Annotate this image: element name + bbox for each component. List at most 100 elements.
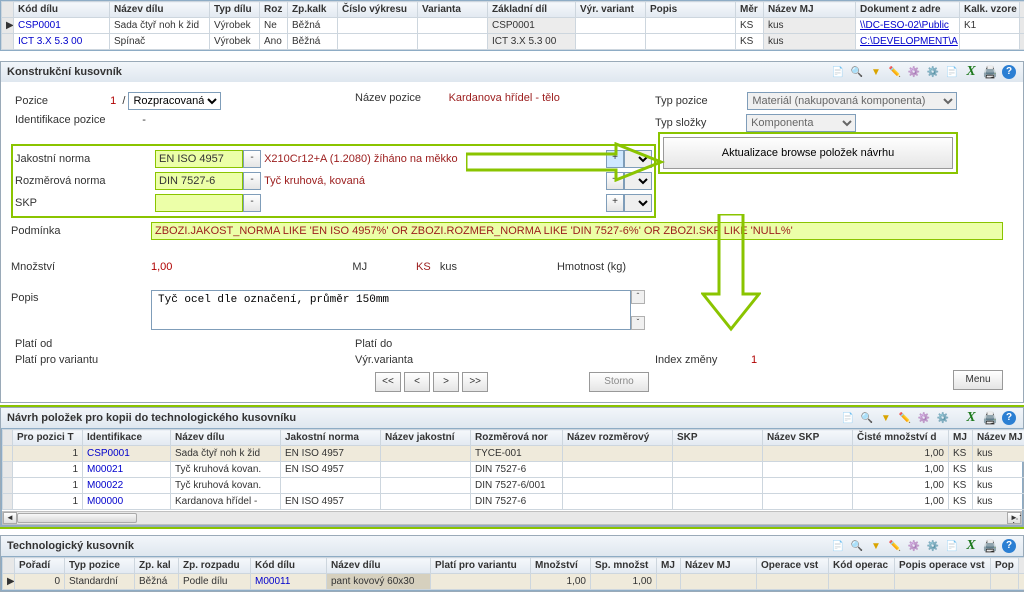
- storno-button[interactable]: Storno: [589, 372, 649, 392]
- pozice-value: 1: [110, 95, 116, 107]
- popis-label: Popis: [11, 290, 151, 306]
- page-icon[interactable]: [840, 410, 856, 426]
- col-cislo-vykresu[interactable]: Číslo výkresu: [338, 2, 418, 18]
- col-nazev-mj[interactable]: Název MJ: [764, 2, 856, 18]
- excel-icon[interactable]: [963, 64, 979, 80]
- brush-icon[interactable]: [897, 410, 913, 426]
- filter-icon[interactable]: [868, 64, 884, 80]
- col-zpkalk[interactable]: Zp.kalk: [288, 2, 338, 18]
- col-varianta[interactable]: Varianta: [418, 2, 488, 18]
- col-dokument[interactable]: Dokument z adre: [856, 2, 960, 18]
- rozmer-label: Rozměrová norma: [15, 173, 155, 189]
- menu-button[interactable]: Menu: [953, 370, 1003, 390]
- col-zakladni-dil[interactable]: Základní díl: [488, 2, 576, 18]
- search-icon[interactable]: [849, 538, 865, 554]
- stav-select[interactable]: Rozpracovaná: [128, 92, 221, 110]
- print-icon[interactable]: [982, 538, 998, 554]
- scroll-up-icon[interactable]: ˆ: [1019, 558, 1024, 574]
- table-row[interactable]: 1M00022Tyč kruhová kovan.DIN 7527-6/0011…: [3, 478, 1024, 494]
- gear-add-icon[interactable]: [906, 538, 922, 554]
- minus-button[interactable]: -: [243, 194, 261, 212]
- col-kod-dilu[interactable]: Kód dílu: [14, 2, 110, 18]
- scroll-down-icon[interactable]: ˇ: [1020, 34, 1024, 50]
- minus-button[interactable]: -: [243, 172, 261, 190]
- rozmer-code[interactable]: DIN 7527-6: [155, 172, 243, 190]
- gear-icon[interactable]: [925, 64, 941, 80]
- search-icon[interactable]: [859, 410, 875, 426]
- minus-button[interactable]: -: [243, 150, 261, 168]
- page2-icon[interactable]: [944, 538, 960, 554]
- scroll-up-icon[interactable]: ˆ: [631, 290, 645, 304]
- jakost-text: X210Cr12+A (1.2080) žíháno na měkko: [264, 153, 458, 165]
- podminka-value[interactable]: ZBOZI.JAKOST_NORMA LIKE 'EN ISO 4957%' O…: [151, 222, 1003, 240]
- table-row[interactable]: 1M00000Kardanova hřídel -EN ISO 4957DIN …: [3, 494, 1024, 510]
- col-roz[interactable]: Roz: [260, 2, 288, 18]
- jakost-code[interactable]: EN ISO 4957: [155, 150, 243, 168]
- nav-next-button[interactable]: >: [433, 372, 459, 392]
- col-mer[interactable]: Měr: [736, 2, 764, 18]
- row-cursor-icon: ▶: [2, 18, 14, 34]
- page-icon[interactable]: [830, 64, 846, 80]
- gear-add-icon[interactable]: [916, 410, 932, 426]
- print-icon[interactable]: [982, 410, 998, 426]
- nav-last-button[interactable]: >>: [462, 372, 488, 392]
- popis-textarea[interactable]: [151, 290, 631, 330]
- table-row[interactable]: 1CSP0001Sada čtyř noh k židEN ISO 4957TY…: [3, 446, 1024, 462]
- scroll-down-icon[interactable]: ˇ: [631, 316, 645, 330]
- print-icon[interactable]: [982, 64, 998, 80]
- search-icon[interactable]: [849, 64, 865, 80]
- scroll-thumb[interactable]: [17, 513, 137, 523]
- filter-icon[interactable]: [868, 538, 884, 554]
- gear-icon[interactable]: [935, 410, 951, 426]
- ident-label: Identifikace pozice: [15, 114, 106, 126]
- excel-icon[interactable]: [963, 410, 979, 426]
- index-value: 1: [751, 354, 757, 366]
- update-browse-button[interactable]: Aktualizace browse položek návrhu: [663, 137, 953, 169]
- nav-prev-button[interactable]: <: [404, 372, 430, 392]
- typ-slozky-select[interactable]: Komponenta: [746, 114, 856, 132]
- help-icon[interactable]: [1001, 538, 1017, 554]
- navrh-header-row: Pro pozici T Identifikace Název dílu Jak…: [3, 430, 1024, 446]
- gear-add-icon[interactable]: [906, 64, 922, 80]
- scroll-left-icon[interactable]: ◄: [3, 512, 17, 524]
- nav-first-button[interactable]: <<: [375, 372, 401, 392]
- plus-button[interactable]: +: [606, 194, 624, 212]
- col-typ-dilu[interactable]: Typ dílu: [210, 2, 260, 18]
- brush-icon[interactable]: [887, 64, 903, 80]
- help-icon[interactable]: [1001, 64, 1017, 80]
- col-nazev-dilu[interactable]: Název dílu: [110, 2, 210, 18]
- filter-icon[interactable]: [878, 410, 894, 426]
- hmotnost-label: Hmotnost (kg): [557, 261, 626, 273]
- excel-icon[interactable]: [963, 538, 979, 554]
- table-row[interactable]: ▶ 0 Standardní Běžná Podle dílu M00011 p…: [3, 574, 1024, 590]
- table-row[interactable]: 1M00021Tyč kruhová kovan.EN ISO 4957DIN …: [3, 462, 1024, 478]
- panel-navrh: Návrh položek pro kopii do technologické…: [0, 407, 1024, 527]
- nazev-pozice-label: Název pozice: [355, 92, 421, 104]
- document-link[interactable]: C:\DEVELOPMENT\A: [856, 34, 960, 50]
- hscroll[interactable]: ◄ ► ⋰: [2, 511, 1022, 525]
- skp-combo[interactable]: [624, 194, 652, 212]
- resize-handle-icon[interactable]: ⋰: [1012, 514, 1022, 525]
- table-row[interactable]: ICT 3.X 5.3 00 Spínač Výrobek Ano Běžná …: [2, 34, 1024, 50]
- jakost-label: Jakostní norma: [15, 151, 155, 167]
- page-icon[interactable]: [830, 538, 846, 554]
- typ-slozky-label: Typ složky: [655, 117, 706, 129]
- mj-name: kus: [440, 261, 457, 273]
- plati-do-label: Platí do: [355, 338, 392, 350]
- col-vyr-variant[interactable]: Výr. variant: [576, 2, 646, 18]
- col-kalk-vzore[interactable]: Kalk. vzore: [960, 2, 1020, 18]
- row-cursor-icon: ▶: [3, 574, 15, 590]
- scroll-up-icon[interactable]: [1020, 18, 1024, 34]
- top-grid: Kód dílu Název dílu Typ dílu Roz Zp.kalk…: [0, 0, 1024, 51]
- brush-icon[interactable]: [887, 538, 903, 554]
- table-row[interactable]: ▶ CSP0001 Sada čtyř noh k žid Výrobek Ne…: [2, 18, 1024, 34]
- typ-pozice-select[interactable]: Materiál (nakupovaná komponenta): [747, 92, 957, 110]
- arrow-right-icon: [466, 142, 666, 182]
- help-icon[interactable]: [1001, 410, 1017, 426]
- gear-icon[interactable]: [925, 538, 941, 554]
- page2-icon[interactable]: [944, 64, 960, 80]
- skp-input[interactable]: [155, 194, 243, 212]
- nazev-pozice-value: Kardanova hřídel - tělo: [449, 92, 560, 104]
- col-popis[interactable]: Popis: [646, 2, 736, 18]
- document-link[interactable]: \\DC-ESO-02\Public: [856, 18, 960, 34]
